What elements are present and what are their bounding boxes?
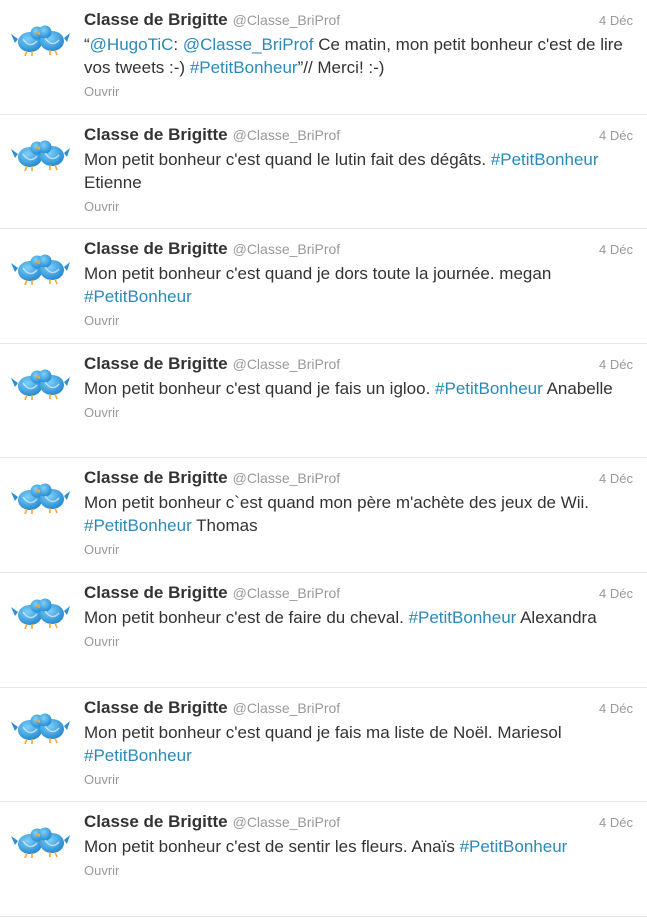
tweet-date[interactable]: 4 Déc xyxy=(599,815,633,830)
tweet-text-segment: Mon petit bonheur c'est de faire du chev… xyxy=(84,607,409,627)
tweet-header: Classe de Brigitte @Classe_BriProf 4 Déc xyxy=(84,125,633,145)
author-handle[interactable]: @Classe_BriProf xyxy=(233,585,341,601)
tweet[interactable]: Classe de Brigitte @Classe_BriProf 4 Déc… xyxy=(0,458,647,573)
tweet-text-segment: Thomas xyxy=(191,516,258,536)
two-blue-birds-icon[interactable] xyxy=(10,590,70,634)
open-button[interactable]: Ouvrir xyxy=(84,863,633,878)
tweet-text-segment: Mon petit bonheur c`est quand mon père m… xyxy=(84,493,590,513)
tweet-text: Mon petit bonheur c'est quand je dors to… xyxy=(84,262,633,308)
author-name[interactable]: Classe de Brigitte xyxy=(84,239,228,259)
author-name[interactable]: Classe de Brigitte xyxy=(84,125,228,145)
tweet[interactable]: Classe de Brigitte @Classe_BriProf 4 Déc… xyxy=(0,573,647,688)
tweet-date[interactable]: 4 Déc xyxy=(599,242,633,257)
tweet-date[interactable]: 4 Déc xyxy=(599,471,633,486)
tweet-date[interactable]: 4 Déc xyxy=(599,13,633,28)
tweet-text-segment: Mon petit bonheur c'est quand je dors to… xyxy=(84,264,552,284)
tweet-text-segment: Mon petit bonheur c'est de sentir les fl… xyxy=(84,837,460,857)
open-button[interactable]: Ouvrir xyxy=(84,313,633,328)
tweet-text-segment: Etienne xyxy=(84,172,142,192)
open-button[interactable]: Ouvrir xyxy=(84,199,633,214)
two-blue-birds-icon[interactable] xyxy=(10,246,70,290)
author-handle[interactable]: @Classe_BriProf xyxy=(233,356,341,372)
tweet-date[interactable]: 4 Déc xyxy=(599,701,633,716)
tweet-header: Classe de Brigitte @Classe_BriProf 4 Déc xyxy=(84,583,633,603)
author-name[interactable]: Classe de Brigitte xyxy=(84,468,228,488)
hashtag-link[interactable]: #PetitBonheur xyxy=(409,608,517,627)
tweet-timeline: Classe de Brigitte @Classe_BriProf 4 Déc… xyxy=(0,0,647,917)
tweet-header: Classe de Brigitte @Classe_BriProf 4 Déc xyxy=(84,354,633,374)
two-blue-birds-icon[interactable] xyxy=(10,17,70,61)
author-name[interactable]: Classe de Brigitte xyxy=(84,354,228,374)
tweet[interactable]: Classe de Brigitte @Classe_BriProf 4 Déc… xyxy=(0,0,647,115)
mention-link[interactable]: @HugoTiC xyxy=(90,35,174,54)
open-button[interactable]: Ouvrir xyxy=(84,772,633,787)
tweet-text: Mon petit bonheur c`est quand mon père m… xyxy=(84,491,633,537)
tweet-header: Classe de Brigitte @Classe_BriProf 4 Déc xyxy=(84,239,633,259)
tweet-text-segment: Anabelle xyxy=(542,378,613,398)
open-button[interactable]: Ouvrir xyxy=(84,634,633,649)
tweet[interactable]: Classe de Brigitte @Classe_BriProf 4 Déc… xyxy=(0,115,647,230)
tweet-header: Classe de Brigitte @Classe_BriProf 4 Déc xyxy=(84,698,633,718)
tweet-text: Mon petit bonheur c'est quand je fais ma… xyxy=(84,721,633,767)
hashtag-link[interactable]: #PetitBonheur xyxy=(491,150,599,169)
two-blue-birds-icon[interactable] xyxy=(10,819,70,863)
tweet-header: Classe de Brigitte @Classe_BriProf 4 Déc xyxy=(84,10,633,30)
hashtag-link[interactable]: #PetitBonheur xyxy=(190,58,298,77)
hashtag-link[interactable]: #PetitBonheur xyxy=(460,837,568,856)
tweet-date[interactable]: 4 Déc xyxy=(599,357,633,372)
tweet[interactable]: Classe de Brigitte @Classe_BriProf 4 Déc… xyxy=(0,229,647,344)
tweet-text: Mon petit bonheur c'est quand le lutin f… xyxy=(84,148,633,194)
tweet-date[interactable]: 4 Déc xyxy=(599,586,633,601)
author-name[interactable]: Classe de Brigitte xyxy=(84,812,228,832)
author-handle[interactable]: @Classe_BriProf xyxy=(233,241,341,257)
two-blue-birds-icon[interactable] xyxy=(10,361,70,405)
two-blue-birds-icon[interactable] xyxy=(10,705,70,749)
open-button[interactable]: Ouvrir xyxy=(84,542,633,557)
hashtag-link[interactable]: #PetitBonheur xyxy=(84,746,192,765)
hashtag-link[interactable]: #PetitBonheur xyxy=(435,379,543,398)
tweet-text: “@HugoTiC: @Classe_BriProf Ce matin, mon… xyxy=(84,33,633,79)
tweet[interactable]: Classe de Brigitte @Classe_BriProf 4 Déc… xyxy=(0,802,647,917)
tweet-text-segment: Mon petit bonheur c'est quand je fais un… xyxy=(84,378,436,398)
open-button[interactable]: Ouvrir xyxy=(84,405,633,420)
tweet[interactable]: Classe de Brigitte @Classe_BriProf 4 Déc… xyxy=(0,344,647,459)
open-button[interactable]: Ouvrir xyxy=(84,84,633,99)
tweet-text: Mon petit bonheur c'est quand je fais un… xyxy=(84,377,633,400)
mention-link[interactable]: @Classe_BriProf xyxy=(183,35,314,54)
tweet-header: Classe de Brigitte @Classe_BriProf 4 Déc xyxy=(84,812,633,832)
hashtag-link[interactable]: #PetitBonheur xyxy=(84,287,192,306)
author-name[interactable]: Classe de Brigitte xyxy=(84,10,228,30)
author-handle[interactable]: @Classe_BriProf xyxy=(233,12,341,28)
tweet-text: Mon petit bonheur c'est de sentir les fl… xyxy=(84,835,633,858)
tweet-text-segment: : xyxy=(173,35,183,54)
tweet-text-segment: Mon petit bonheur c'est quand le lutin f… xyxy=(84,149,491,169)
author-handle[interactable]: @Classe_BriProf xyxy=(233,814,341,830)
two-blue-birds-icon[interactable] xyxy=(10,475,70,519)
author-name[interactable]: Classe de Brigitte xyxy=(84,583,228,603)
tweet-text-segment: Alexandra xyxy=(516,607,597,627)
tweet-text: Mon petit bonheur c'est de faire du chev… xyxy=(84,606,633,629)
tweet-text-segment: ”// Merci! :-) xyxy=(297,58,385,77)
hashtag-link[interactable]: #PetitBonheur xyxy=(84,516,192,535)
tweet[interactable]: Classe de Brigitte @Classe_BriProf 4 Déc… xyxy=(0,688,647,803)
tweet-date[interactable]: 4 Déc xyxy=(599,128,633,143)
two-blue-birds-icon[interactable] xyxy=(10,132,70,176)
author-handle[interactable]: @Classe_BriProf xyxy=(233,127,341,143)
author-name[interactable]: Classe de Brigitte xyxy=(84,698,228,718)
author-handle[interactable]: @Classe_BriProf xyxy=(233,470,341,486)
tweet-text-segment: Mon petit bonheur c'est quand je fais ma… xyxy=(84,722,562,742)
author-handle[interactable]: @Classe_BriProf xyxy=(233,700,341,716)
tweet-header: Classe de Brigitte @Classe_BriProf 4 Déc xyxy=(84,468,633,488)
